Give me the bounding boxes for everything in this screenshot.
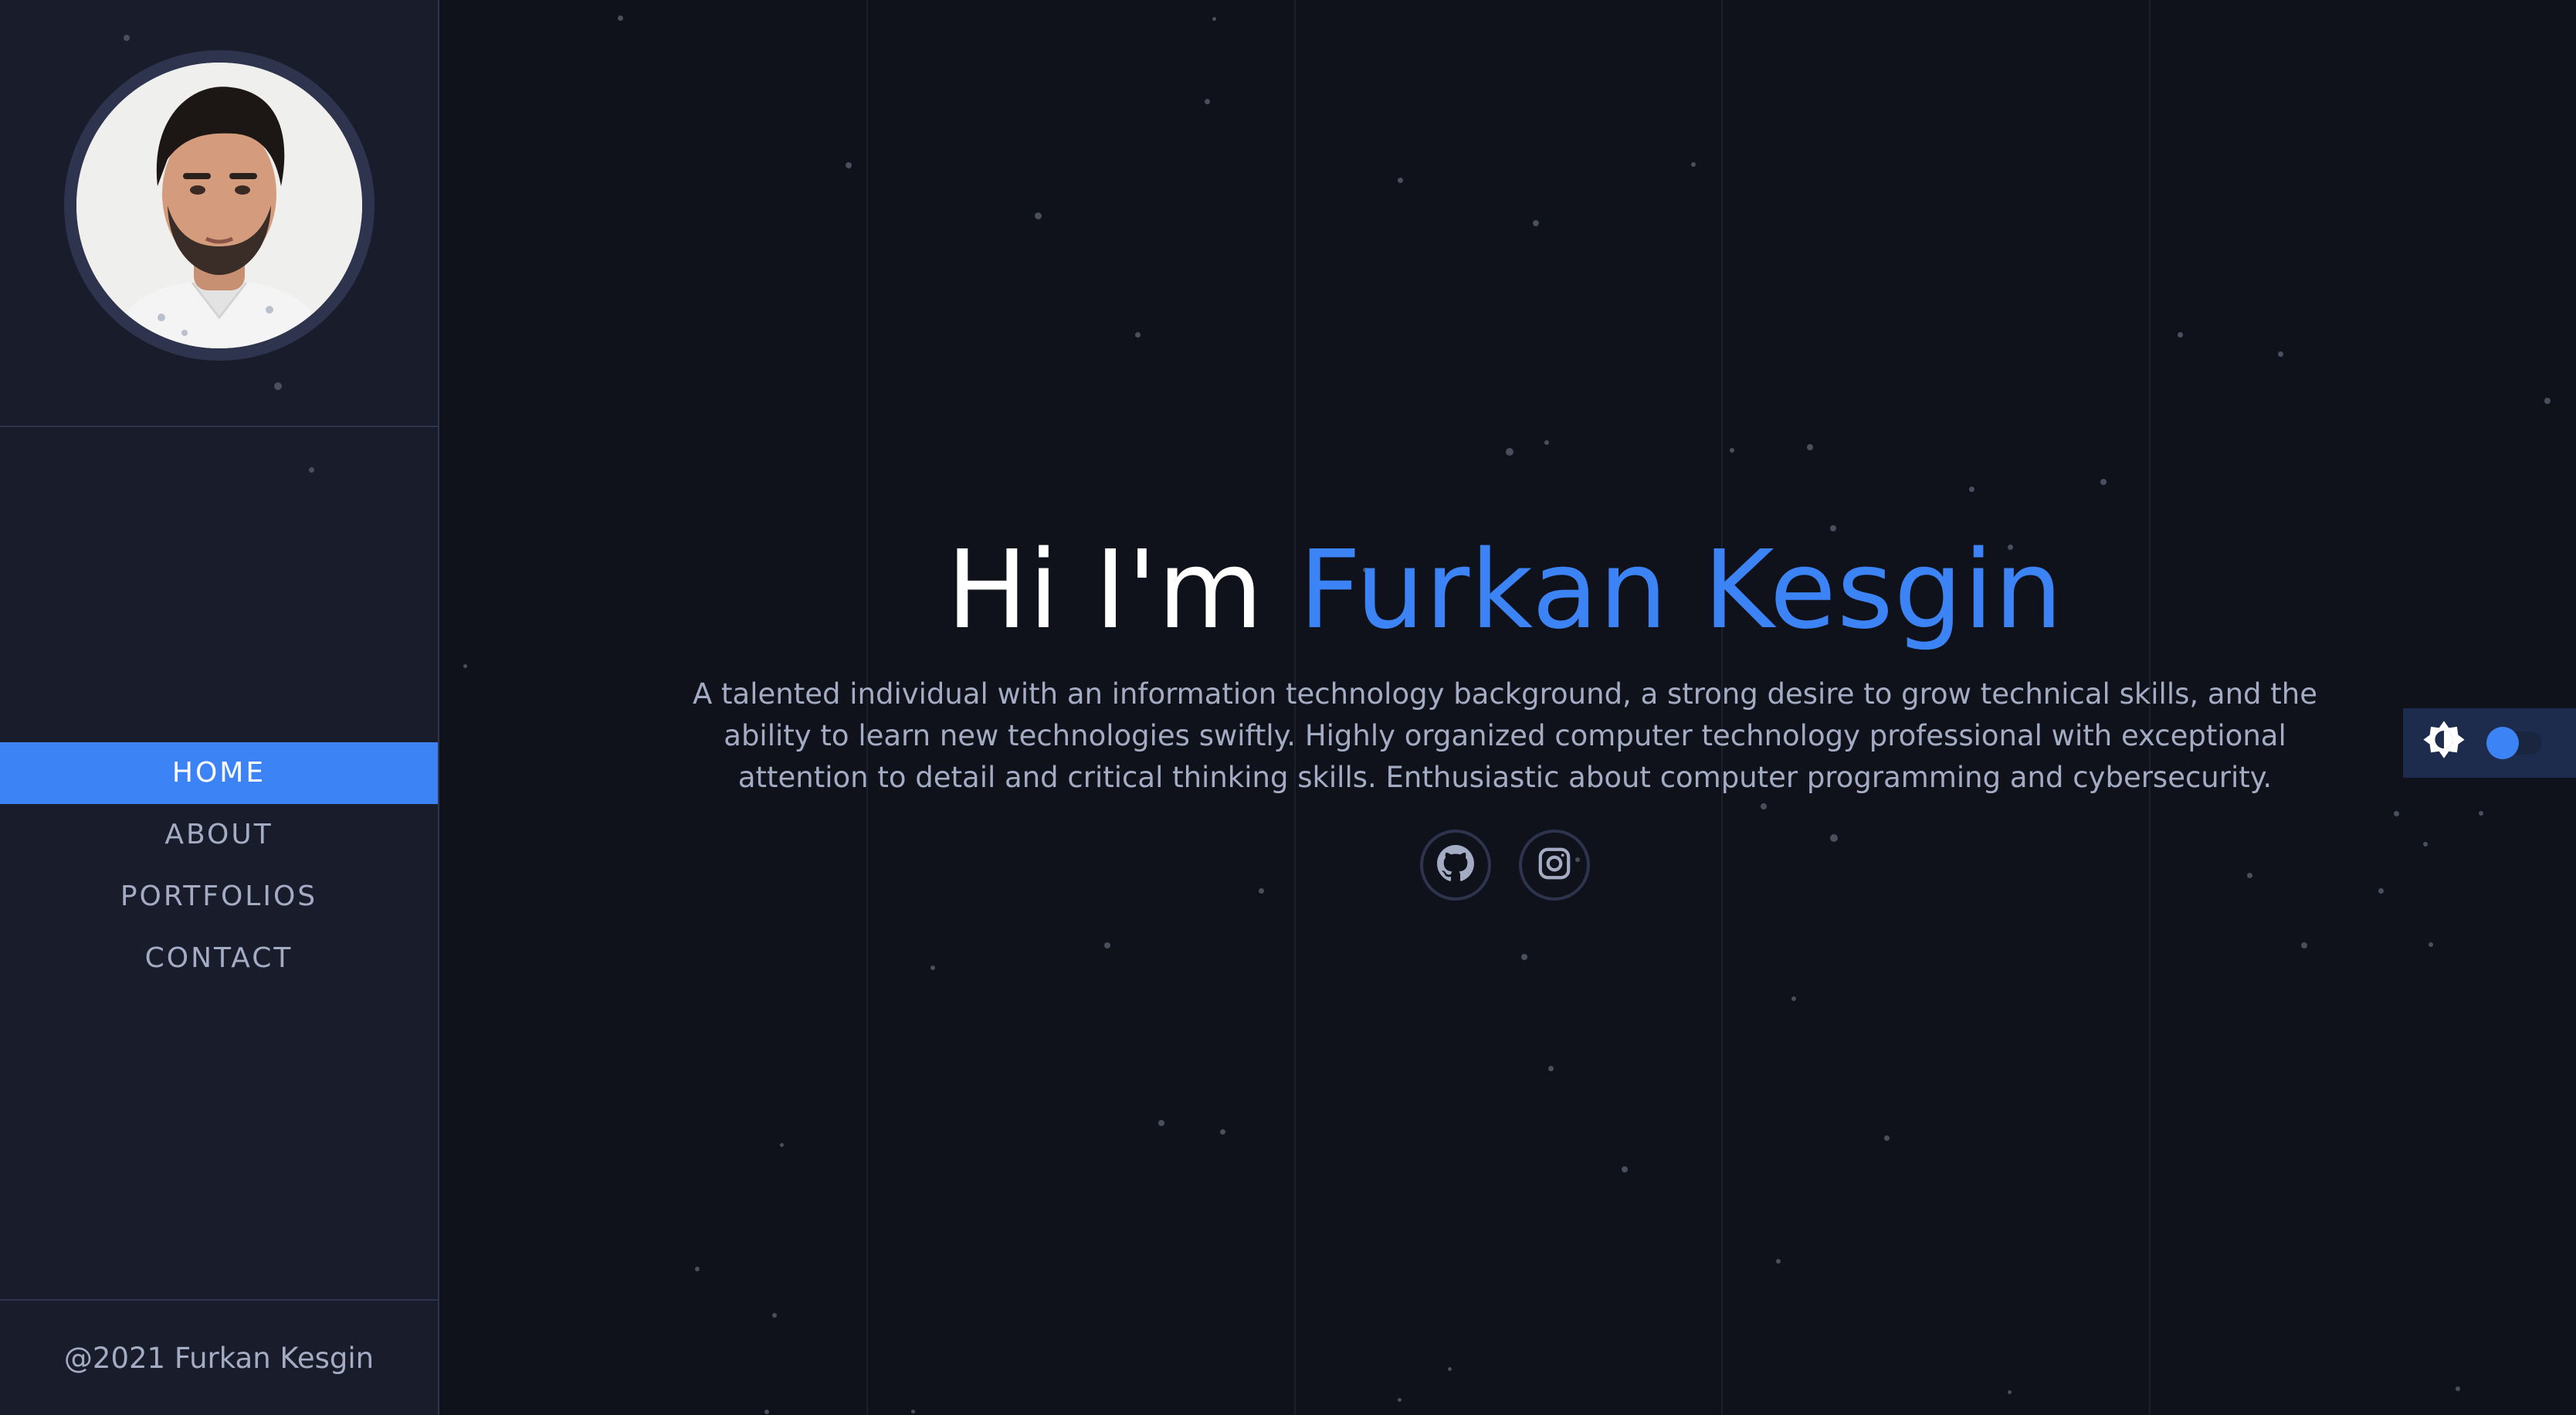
github-link[interactable] (1420, 830, 1491, 901)
hero-heading: Hi I'm Furkan Kesgin (671, 525, 2339, 657)
hero-name: Furkan Kesgin (1299, 528, 2064, 653)
star-dot (1158, 1120, 1164, 1126)
star-dot (2479, 811, 2483, 816)
theme-switch[interactable] (2486, 727, 2542, 759)
copyright-footer: @2021 Furkan Kesgin (0, 1299, 438, 1415)
star-dot (463, 664, 467, 668)
star-dot (1035, 212, 1042, 219)
avatar-photo (76, 62, 362, 348)
hero-content: Hi I'm Furkan Kesgin A talented individu… (671, 525, 2339, 901)
star-dot (1506, 448, 1513, 456)
star-dot (274, 382, 282, 390)
star-dot (2544, 398, 2551, 404)
star-dot (1448, 1367, 1452, 1371)
star-dot (1398, 1398, 1402, 1402)
star-dot (2301, 942, 2307, 948)
github-icon (1436, 844, 1475, 886)
theme-toggle-panel (2403, 708, 2576, 778)
star-dot (1884, 1135, 1890, 1141)
star-dot (764, 1410, 769, 1414)
star-dot (618, 15, 623, 21)
star-dot (2008, 1390, 2012, 1394)
star-dot (1220, 1129, 1225, 1135)
star-dot (772, 1313, 777, 1318)
star-dot (2429, 942, 2433, 947)
instagram-link[interactable] (1519, 830, 1590, 901)
star-dot (124, 35, 130, 41)
star-dot (695, 1267, 700, 1271)
sidebar: HOME ABOUT PORTFOLIOS CONTACT @2021 Furk… (0, 0, 439, 1415)
brightness-icon[interactable] (2422, 719, 2466, 767)
star-dot (1691, 162, 1696, 167)
star-dot (2378, 888, 2384, 894)
star-dot (2423, 842, 2428, 847)
star-dot (1791, 996, 1796, 1001)
star-dot (1212, 17, 1216, 21)
star-dot (1622, 1166, 1628, 1172)
star-dot (2278, 351, 2283, 357)
star-dot (1205, 99, 1210, 104)
social-links (671, 830, 2339, 901)
star-dot (780, 1143, 784, 1147)
hero-greeting: Hi I'm (946, 528, 1300, 653)
copyright-text: @2021 Furkan Kesgin (63, 1341, 375, 1375)
nav-item-about[interactable]: ABOUT (0, 804, 438, 866)
star-dot (1533, 220, 1539, 226)
hero-section: Hi I'm Furkan Kesgin A talented individu… (124, 0, 2576, 1415)
main-nav: HOME ABOUT PORTFOLIOS CONTACT (0, 742, 438, 989)
nav-item-contact[interactable]: CONTACT (0, 928, 438, 989)
star-dot (309, 467, 314, 473)
star-dot (1398, 178, 1403, 183)
star-dot (2456, 1386, 2460, 1391)
theme-switch-knob (2486, 727, 2519, 759)
star-dot (1807, 444, 1813, 450)
star-dot (1521, 954, 1527, 960)
hero-description: A talented individual with an informatio… (692, 677, 2318, 794)
star-dot (1544, 440, 1549, 445)
star-dot (911, 1410, 915, 1413)
star-dot (1548, 1066, 1554, 1071)
star-dot (1776, 1259, 1781, 1264)
star-dot (1135, 332, 1141, 338)
instagram-icon (1537, 846, 1572, 884)
star-dot (2394, 811, 2399, 816)
avatar-section (0, 0, 438, 427)
nav-item-home[interactable]: HOME (0, 742, 438, 804)
star-dot (1104, 942, 1110, 948)
star-dot (846, 162, 852, 168)
star-dot (2100, 479, 2107, 485)
star-dot (930, 965, 935, 970)
nav-item-portfolios[interactable]: PORTFOLIOS (0, 866, 438, 928)
star-dot (1730, 448, 1734, 453)
star-dot (1969, 487, 1974, 492)
star-dot (2178, 332, 2183, 338)
avatar (63, 49, 375, 361)
